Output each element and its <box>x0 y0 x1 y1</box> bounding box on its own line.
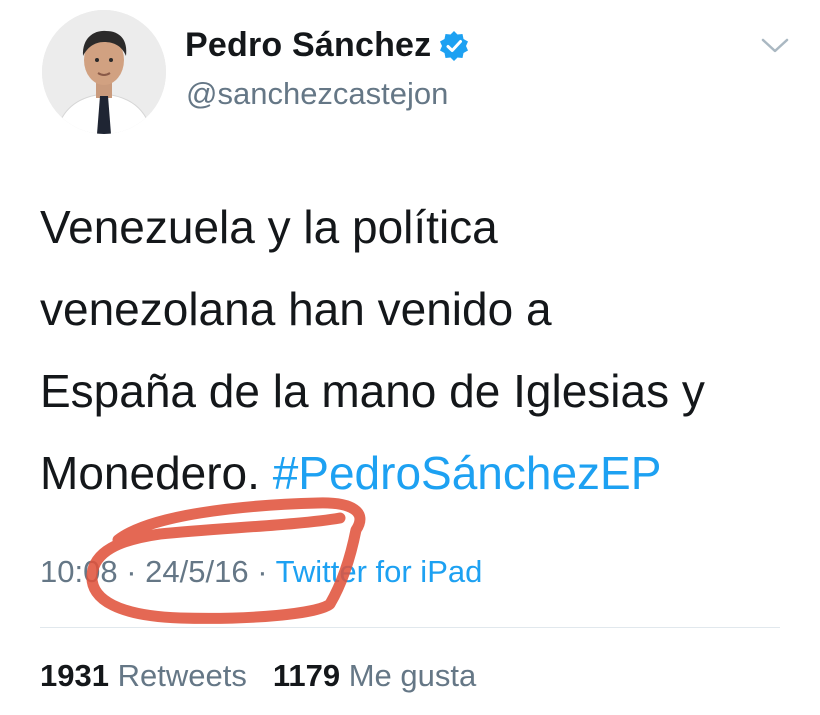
tweet-card: Pedro Sánchez @sanchezcastejon Venezuela… <box>0 0 820 715</box>
tweet-text-line: Monedero. #PedroSánchezEP <box>40 432 800 514</box>
divider <box>40 627 780 628</box>
meta-separator: · <box>126 554 137 589</box>
tweet-text-line: España de la mano de Iglesias y <box>40 365 705 417</box>
tweet-source-link[interactable]: Twitter for iPad <box>276 554 483 589</box>
profile-photo <box>42 10 166 134</box>
retweets-count: 1931 <box>40 658 109 693</box>
meta-separator: · <box>257 554 268 589</box>
tweet-date[interactable]: 24/5/16 <box>145 554 248 589</box>
verified-badge-icon <box>439 30 469 61</box>
avatar[interactable] <box>42 10 166 134</box>
likes-stat[interactable]: 1179 Me gusta <box>273 658 476 693</box>
chevron-down-icon[interactable] <box>760 36 790 56</box>
likes-label: Me gusta <box>348 658 477 693</box>
tweet-text-line: Venezuela y la política <box>40 201 498 253</box>
tweet-stats: 1931 Retweets 1179 Me gusta <box>40 658 476 694</box>
likes-count: 1179 <box>272 658 341 693</box>
tweet-text-line: venezolana han venido a <box>40 283 552 335</box>
tweet-time[interactable]: 10:08 <box>40 554 118 589</box>
tweet-text: Venezuela y la política venezolana han v… <box>40 186 800 514</box>
author-display-name[interactable]: Pedro Sánchez <box>185 26 431 65</box>
author-handle[interactable]: @sanchezcastejon <box>186 76 448 112</box>
author-name-row[interactable]: Pedro Sánchez <box>185 26 469 65</box>
hashtag-link[interactable]: #PedroSánchezEP <box>273 447 662 499</box>
retweets-label: Retweets <box>117 658 247 693</box>
retweets-stat[interactable]: 1931 Retweets <box>40 658 247 693</box>
tweet-text-segment: Monedero. <box>40 447 260 499</box>
tweet-metadata: 10:08 · 24/5/16 · Twitter for iPad <box>40 554 482 590</box>
